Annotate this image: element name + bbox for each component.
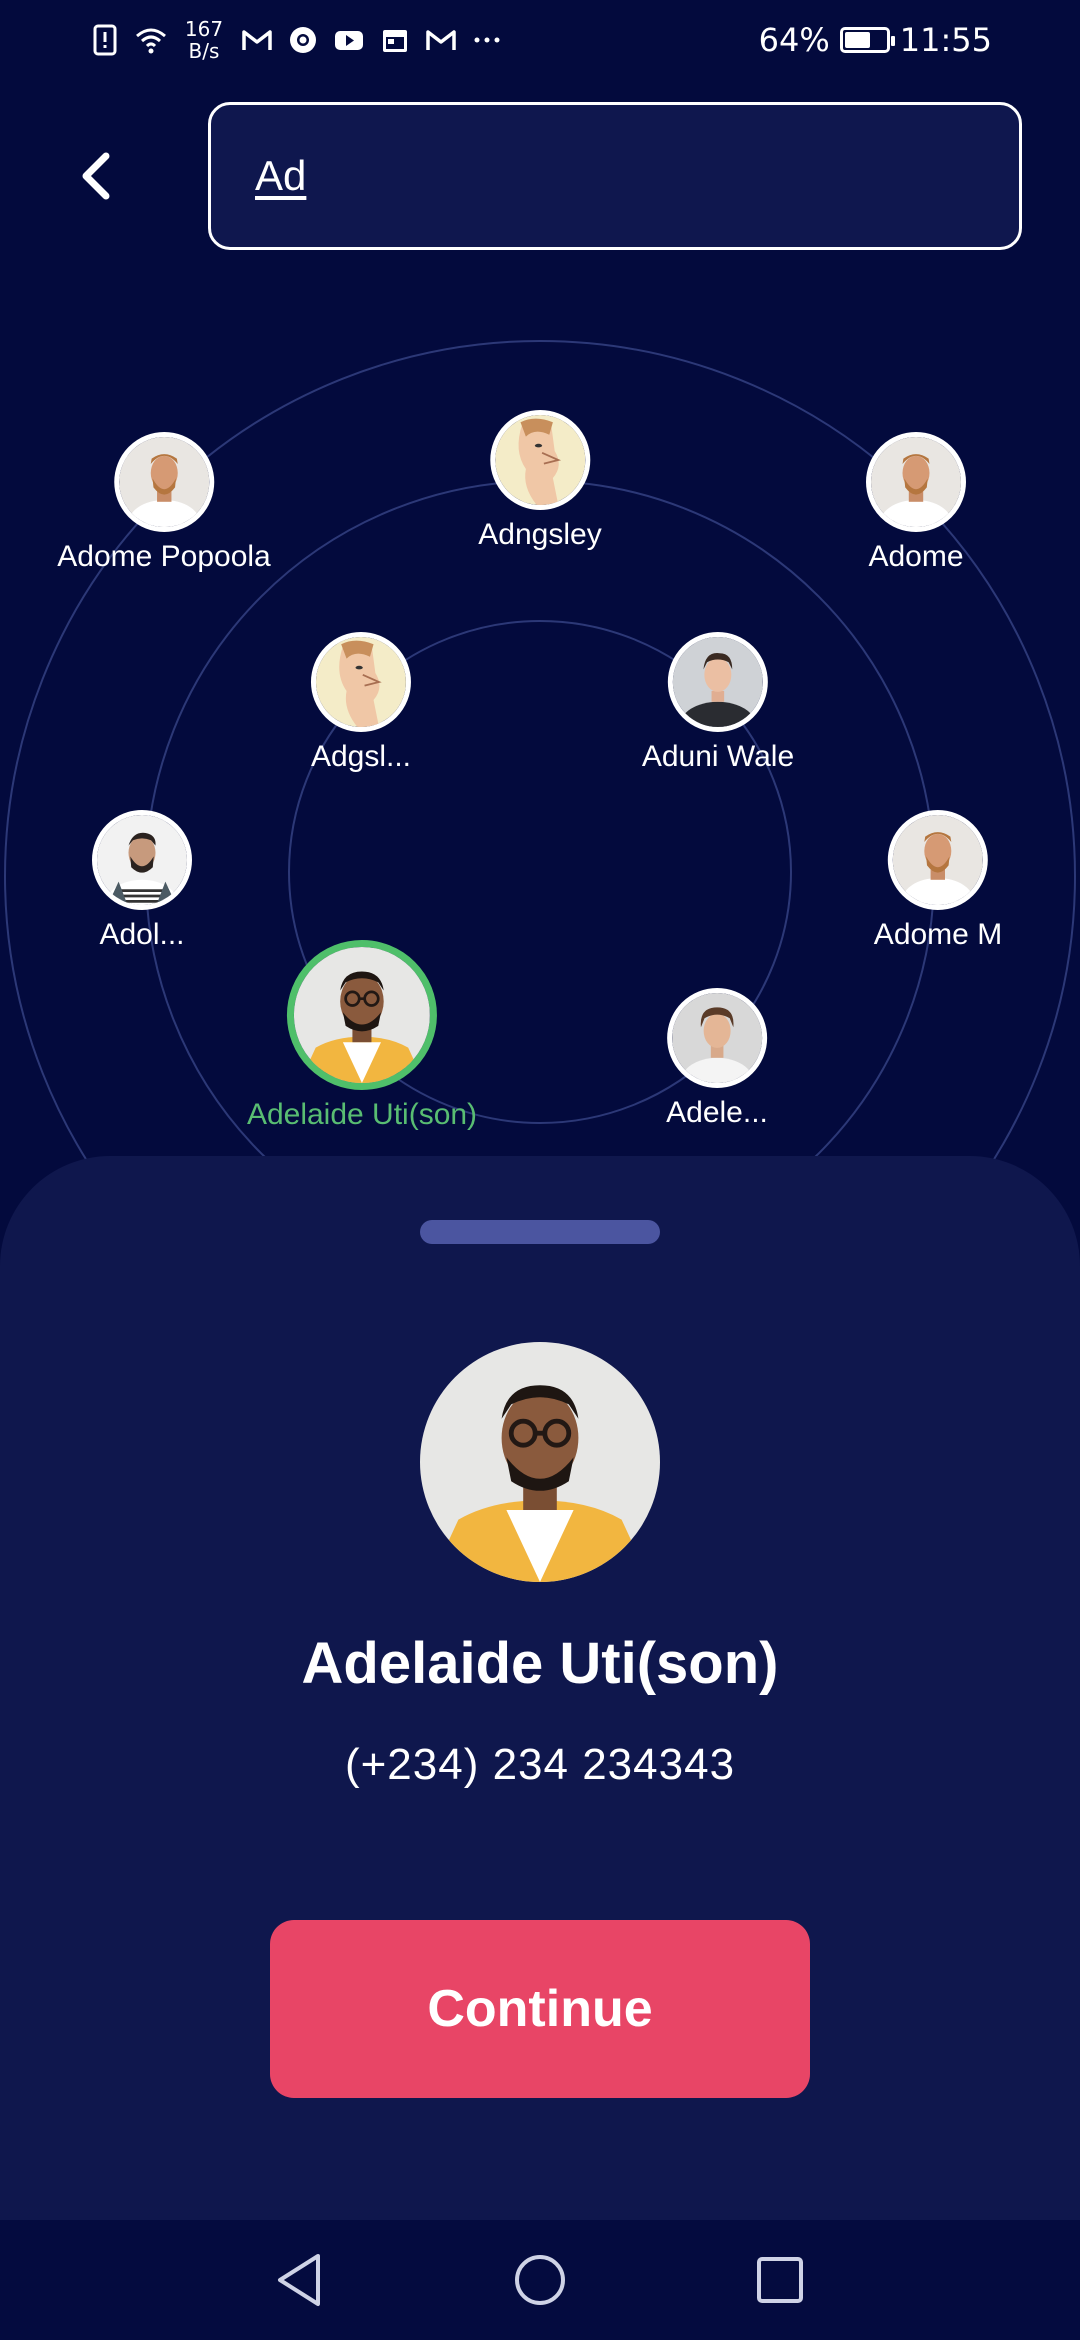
contact-phone-number: (+234) 234 234343 <box>344 1740 736 1789</box>
more-icon <box>474 37 500 43</box>
battery-icon <box>839 27 895 53</box>
contact-name: Adome Popoola <box>57 540 271 573</box>
search-field[interactable] <box>208 102 1022 250</box>
avatar <box>866 432 966 532</box>
home-circle-icon <box>515 2255 565 2305</box>
avatar <box>114 432 214 532</box>
contact-name: Adgsl... <box>310 740 412 773</box>
network-speed-value: 167 <box>184 17 224 41</box>
system-nav-bar <box>0 2220 1080 2340</box>
contact-adele[interactable]: Adele... <box>666 988 768 1130</box>
recents-square-icon <box>757 2257 803 2303</box>
avatar-selected <box>287 940 437 1090</box>
contact-adol[interactable]: Adol... <box>92 810 192 952</box>
contact-aduni-wale[interactable]: Aduni Wale <box>642 632 794 774</box>
nav-home-button[interactable] <box>510 2250 570 2310</box>
contact-adngsley[interactable]: Adngsley <box>478 410 602 552</box>
avatar-photo <box>673 637 763 727</box>
avatar <box>92 810 192 910</box>
status-bar: 167 B/s 64% 11:55 <box>0 0 1080 80</box>
avatar <box>668 632 768 732</box>
contact-detail-sheet: Adelaide Uti(son) (+234) 234 234343 Cont… <box>0 1156 1080 2220</box>
contact-name: Adome M <box>873 918 1003 951</box>
profile-photo <box>420 1342 660 1582</box>
contact-name-heading: Adelaide Uti(son) <box>301 1631 779 1696</box>
youtube-icon <box>335 31 363 50</box>
network-speed: 167 B/s <box>180 18 228 62</box>
contact-name: Adome <box>868 540 964 573</box>
avatar-photo <box>871 437 961 527</box>
avatar-photo <box>294 947 430 1083</box>
contacts-radar: Adome Popoola Adngsley Adome Adgsl... Ad… <box>0 330 1080 1412</box>
nav-back-button[interactable] <box>270 2250 330 2310</box>
contact-adome[interactable]: Adome <box>866 432 966 574</box>
contact-adome-popoola[interactable]: Adome Popoola <box>57 432 271 574</box>
nav-recents-button[interactable] <box>750 2250 810 2310</box>
alert-icon <box>93 24 117 56</box>
avatar-photo <box>119 437 209 527</box>
contact-name: Aduni Wale <box>641 740 795 773</box>
contact-adelaide-uti-selected[interactable]: Adelaide Uti(son) <box>247 940 477 1132</box>
back-button[interactable] <box>66 146 126 206</box>
profile-avatar <box>420 1342 660 1582</box>
chrome-icon <box>290 27 316 53</box>
search-input[interactable] <box>255 152 1019 200</box>
battery-fill <box>844 32 871 48</box>
network-speed-unit: B/s <box>188 39 220 63</box>
continue-button[interactable]: Continue <box>270 1920 810 2098</box>
avatar <box>666 988 767 1088</box>
gmail-icon <box>426 30 456 50</box>
avatar <box>311 632 411 732</box>
avatar-photo <box>97 815 187 905</box>
contact-name: Adele... <box>666 1096 768 1129</box>
avatar-photo <box>892 815 983 905</box>
avatar <box>489 410 590 510</box>
clock: 11:55 <box>899 21 992 59</box>
avatar-photo <box>316 637 406 727</box>
avatar <box>887 810 988 910</box>
contact-name: Adngsley <box>478 518 602 551</box>
status-left: 167 B/s <box>88 18 504 62</box>
chevron-left-icon <box>82 152 110 200</box>
avatar-photo <box>671 993 762 1083</box>
contact-name: Adelaide Uti(son) <box>246 1098 478 1131</box>
wifi-icon <box>136 28 166 54</box>
sheet-drag-handle[interactable] <box>420 1220 660 1244</box>
contact-name: Adol... <box>99 918 185 951</box>
contact-adgsl[interactable]: Adgsl... <box>311 632 411 774</box>
back-triangle-icon <box>278 2254 320 2306</box>
avatar-photo <box>494 415 585 505</box>
contact-adome-m[interactable]: Adome M <box>874 810 1002 952</box>
status-right: 64% 11:55 <box>759 21 992 59</box>
battery-percent: 64% <box>758 21 830 59</box>
gmail-icon <box>242 30 272 50</box>
calendar-icon <box>383 30 407 52</box>
